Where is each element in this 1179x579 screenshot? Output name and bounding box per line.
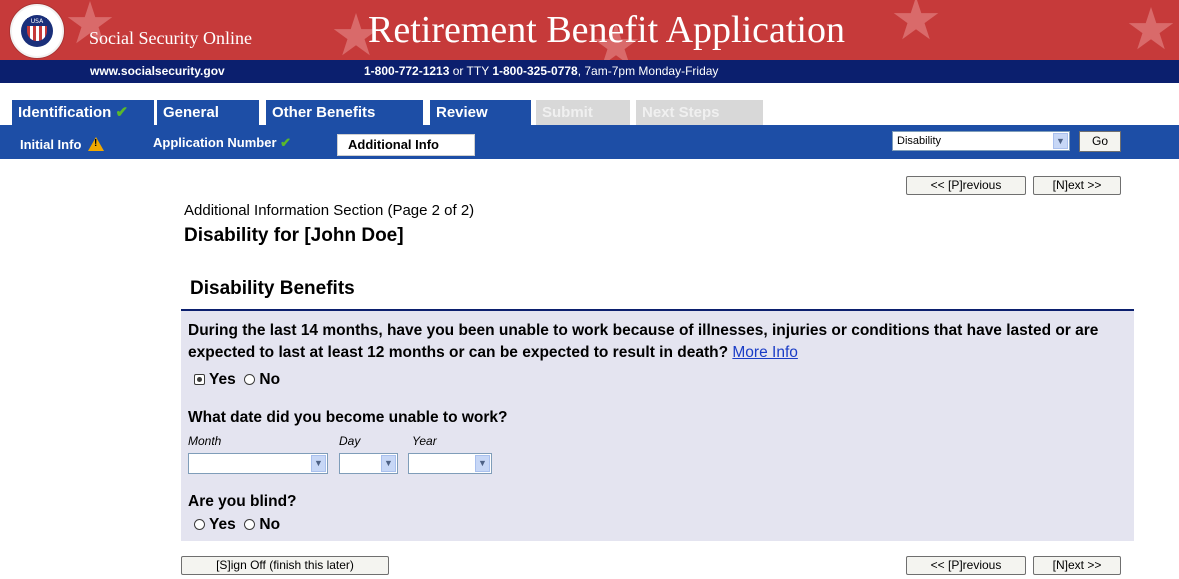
check-icon: ✔: [115, 104, 129, 121]
previous-button[interactable]: << [P]revious: [906, 176, 1026, 195]
header-banner: ★ ★ ★ ★ ★ USA Social Security Online Ret…: [0, 0, 1179, 60]
year-select[interactable]: ▼: [408, 453, 492, 474]
app-title: Retirement Benefit Application: [368, 9, 845, 51]
previous-button[interactable]: << [P]revious: [906, 556, 1026, 575]
go-button[interactable]: Go: [1079, 131, 1121, 152]
subnav-initial-info[interactable]: Initial Info !: [20, 135, 105, 152]
question-blind: Are you blind?: [188, 493, 297, 510]
section-select-value: Disability: [897, 135, 942, 147]
section-subtitle: Additional Information Section (Page 2 o…: [184, 202, 475, 219]
tab-label: Identification: [18, 104, 112, 121]
day-select[interactable]: ▼: [339, 453, 398, 474]
tab-other-benefits[interactable]: Other Benefits: [266, 100, 423, 125]
year-label: Year: [412, 434, 437, 448]
page-title: Disability for [John Doe]: [184, 225, 404, 246]
phone-number: 1-800-772-1213: [364, 64, 450, 78]
next-button[interactable]: [N]ext >>: [1033, 556, 1121, 575]
tab-label: Review: [436, 104, 488, 121]
site-url[interactable]: www.socialsecurity.gov: [90, 64, 225, 78]
q1-radio-group: Yes No: [194, 371, 280, 389]
tab-label: Other Benefits: [272, 104, 376, 121]
next-button[interactable]: [N]ext >>: [1033, 176, 1121, 195]
tab-review[interactable]: Review: [430, 100, 531, 125]
tab-identification[interactable]: Identification ✔: [12, 100, 154, 125]
subnav-application-number[interactable]: Application Number ✔: [153, 135, 291, 151]
radio-no-label: No: [259, 516, 281, 533]
radio-yes-label: Yes: [209, 371, 236, 388]
chevron-down-icon[interactable]: ▼: [381, 455, 396, 472]
warning-icon: !: [88, 137, 105, 151]
question-date-unable: What date did you become unable to work?: [188, 409, 508, 426]
q3-radio-group: Yes No: [194, 516, 280, 534]
contact-info: 1-800-772-1213 or TTY 1-800-325-0778, 7a…: [364, 64, 718, 78]
section-heading: Disability Benefits: [190, 278, 355, 299]
tab-submit: Submit: [536, 100, 630, 125]
banner-star-decoration: ★: [890, 0, 942, 53]
tty-number: 1-800-325-0778: [492, 64, 578, 78]
more-info-link[interactable]: More Info: [732, 344, 797, 361]
subnav-label: Application Number: [153, 135, 277, 150]
site-name: Social Security Online: [89, 28, 252, 48]
seal-usa-text: USA: [27, 18, 47, 26]
radio-yes-label: Yes: [209, 516, 236, 533]
ssa-seal-logo: USA: [10, 4, 64, 58]
chevron-down-icon[interactable]: ▼: [311, 455, 326, 472]
tab-label: Next Steps: [642, 104, 720, 121]
warning-mark: !: [94, 138, 98, 149]
banner-star-decoration: ★: [1125, 0, 1177, 60]
tab-label: General: [163, 104, 219, 121]
hours-text: , 7am-7pm Monday-Friday: [577, 64, 719, 78]
radio-no[interactable]: [244, 519, 256, 530]
radio-yes[interactable]: [194, 519, 205, 530]
chevron-down-icon[interactable]: ▼: [1053, 133, 1068, 149]
tab-next-steps: Next Steps: [636, 100, 763, 125]
subnav-additional-info[interactable]: Additional Info: [337, 134, 475, 156]
sign-off-button[interactable]: [S]ign Off (finish this later): [181, 556, 389, 575]
section-select[interactable]: Disability ▼: [892, 131, 1070, 151]
tab-label: Submit: [542, 104, 593, 121]
tab-general[interactable]: General: [157, 100, 259, 125]
or-tty-text: or TTY: [449, 64, 493, 78]
check-icon: ✔: [280, 135, 292, 150]
question-unable-to-work: During the last 14 months, have you been…: [188, 320, 1118, 364]
contact-bar: www.socialsecurity.gov 1-800-772-1213 or…: [0, 60, 1179, 83]
subnav-label: Initial Info: [20, 137, 82, 152]
question-text: During the last 14 months, have you been…: [188, 322, 1099, 361]
chevron-down-icon[interactable]: ▼: [475, 455, 490, 472]
month-select[interactable]: ▼: [188, 453, 328, 474]
month-label: Month: [188, 434, 222, 448]
radio-no[interactable]: [244, 374, 256, 385]
day-label: Day: [339, 434, 361, 448]
radio-no-label: No: [259, 371, 281, 388]
radio-yes[interactable]: [194, 374, 205, 385]
